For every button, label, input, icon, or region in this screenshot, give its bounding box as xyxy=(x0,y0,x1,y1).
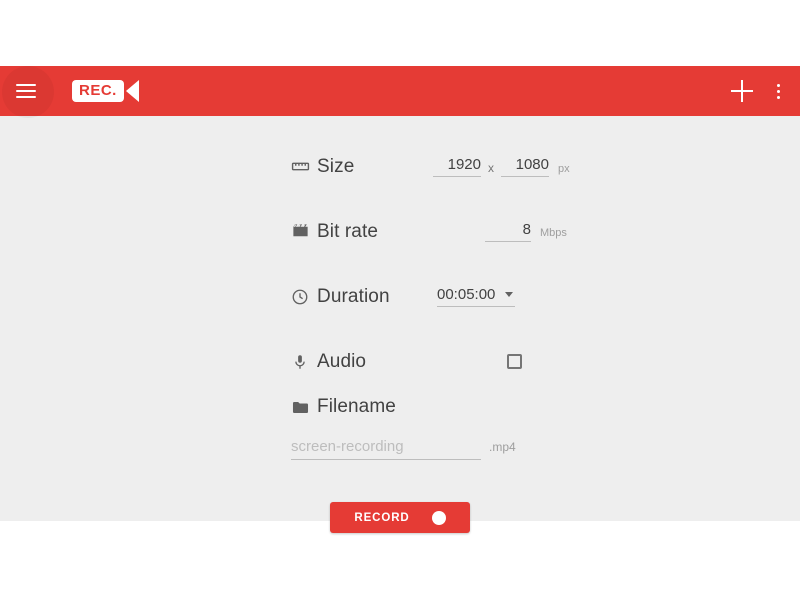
bitrate-unit-label: Mbps xyxy=(540,227,567,239)
duration-value: 00:05:00 xyxy=(437,286,496,303)
kebab-dot xyxy=(777,95,780,99)
filename-input[interactable]: screen-recording xyxy=(291,438,481,460)
clock-icon xyxy=(291,288,317,306)
row-duration: Duration 00:05:00 xyxy=(0,264,800,329)
row-bitrate: Bit rate 8 Mbps xyxy=(0,199,800,264)
size-unit-label: px xyxy=(558,162,570,175)
screen-recorder-app: REC. Size 1920 x 1080 px Bit rate 8 Mbps… xyxy=(0,66,800,533)
filename-label: Filename xyxy=(317,396,396,417)
kebab-menu-icon[interactable] xyxy=(771,82,786,101)
hamburger-menu-icon[interactable] xyxy=(16,78,42,104)
duration-select[interactable]: 00:05:00 xyxy=(437,286,516,307)
clapper-board-icon xyxy=(291,222,317,241)
hamburger-bar xyxy=(16,90,36,92)
bitrate-label: Bit rate xyxy=(317,220,378,242)
plus-icon[interactable] xyxy=(731,80,753,102)
kebab-dot xyxy=(777,83,780,87)
record-button[interactable]: RECORD xyxy=(330,502,470,533)
audio-checkbox[interactable] xyxy=(507,354,522,369)
bitrate-input[interactable]: 8 xyxy=(485,221,531,242)
app-bar: REC. xyxy=(0,66,800,118)
filename-input-row: screen-recording .mp4 xyxy=(291,438,800,460)
row-audio: Audio xyxy=(0,329,800,394)
filename-header: Filename xyxy=(291,390,800,424)
record-dot-icon xyxy=(431,510,446,525)
video-camera-lens-icon xyxy=(125,80,139,102)
filename-extension-label: .mp4 xyxy=(489,440,516,454)
size-label: Size xyxy=(317,155,355,177)
folder-icon xyxy=(291,398,317,417)
chevron-down-icon xyxy=(505,292,514,297)
app-logo: REC. xyxy=(72,80,139,102)
hamburger-bar xyxy=(16,84,36,86)
bitrate-field-group: 8 Mbps xyxy=(485,221,567,242)
row-size: Size 1920 x 1080 px xyxy=(0,134,800,199)
microphone-icon xyxy=(291,353,317,371)
logo-text: REC. xyxy=(72,80,124,102)
size-width-input[interactable]: 1920 xyxy=(433,156,481,177)
audio-label: Audio xyxy=(317,350,367,372)
hamburger-bar xyxy=(16,96,36,98)
size-separator: x xyxy=(488,160,494,175)
record-button-label: RECORD xyxy=(354,511,410,524)
filename-group: Filename screen-recording .mp4 xyxy=(0,390,800,460)
duration-label: Duration xyxy=(317,285,390,307)
size-height-input[interactable]: 1080 xyxy=(501,156,549,177)
ruler-icon xyxy=(291,157,317,176)
settings-form: Size 1920 x 1080 px Bit rate 8 Mbps Dura… xyxy=(0,116,800,533)
record-button-container: RECORD xyxy=(0,502,800,533)
kebab-dot xyxy=(777,89,780,93)
